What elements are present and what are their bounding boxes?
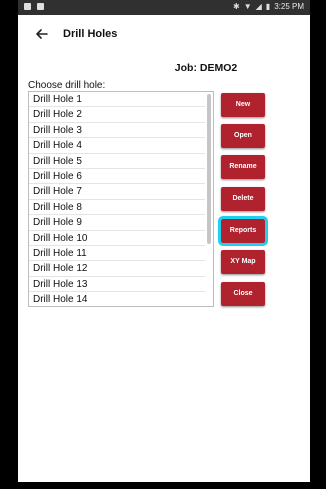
status-time: 3:25 PM [274,2,304,11]
list-item[interactable]: Drill Hole 2 [29,107,205,123]
status-right: ✱ ▼ ◢ ▮ 3:25 PM [233,2,304,12]
status-left-icons [24,3,44,10]
job-label: Job: DEMO2 [18,62,310,74]
back-arrow-icon[interactable] [32,24,52,44]
app-bar: Drill Holes [18,15,310,55]
list-item[interactable]: Drill Hole 11 [29,246,205,262]
list-scrollbar[interactable] [207,94,211,244]
list-item[interactable]: Drill Hole 13 [29,277,205,293]
xy-map-button[interactable]: XY Map [221,250,265,274]
list-item[interactable]: Drill Hole 7 [29,184,205,200]
image-icon [24,3,31,10]
open-button[interactable]: Open [221,124,265,148]
drill-hole-list-items: Drill Hole 1 Drill Hole 2 Drill Hole 3 D… [29,92,205,306]
list-item[interactable]: Drill Hole 12 [29,261,205,277]
reports-button[interactable]: Reports [218,216,268,246]
list-item[interactable]: Drill Hole 14 [29,292,205,306]
list-item[interactable]: Drill Hole 1 [29,92,205,108]
notification-icon [37,3,44,10]
device-screen: ✱ ▼ ◢ ▮ 3:25 PM Drill Holes Job: DEMO2 C… [18,0,310,482]
list-caption: Choose drill hole: [28,80,106,91]
list-item[interactable]: Drill Hole 3 [29,123,205,139]
signal-icon: ◢ [255,2,262,11]
list-item[interactable]: Drill Hole 10 [29,231,205,246]
battery-icon: ▮ [265,2,271,11]
list-item[interactable]: Drill Hole 5 [29,154,205,169]
list-item[interactable]: Drill Hole 4 [29,138,205,154]
job-label-text: Job: DEMO2 [174,62,238,74]
wifi-icon: ▼ [243,2,252,11]
delete-button[interactable]: Delete [221,187,265,211]
list-item[interactable]: Drill Hole 8 [29,200,205,216]
status-bar: ✱ ▼ ◢ ▮ 3:25 PM [18,0,310,15]
bluetooth-icon: ✱ [233,2,240,11]
drill-hole-list[interactable]: Drill Hole 1 Drill Hole 2 Drill Hole 3 D… [28,91,214,307]
list-item[interactable]: Drill Hole 6 [29,169,205,185]
new-button[interactable]: New [221,93,265,117]
page-title: Drill Holes [63,28,118,40]
list-item[interactable]: Drill Hole 9 [29,215,205,231]
rename-button[interactable]: Rename [221,155,265,179]
close-button[interactable]: Close [221,282,265,306]
